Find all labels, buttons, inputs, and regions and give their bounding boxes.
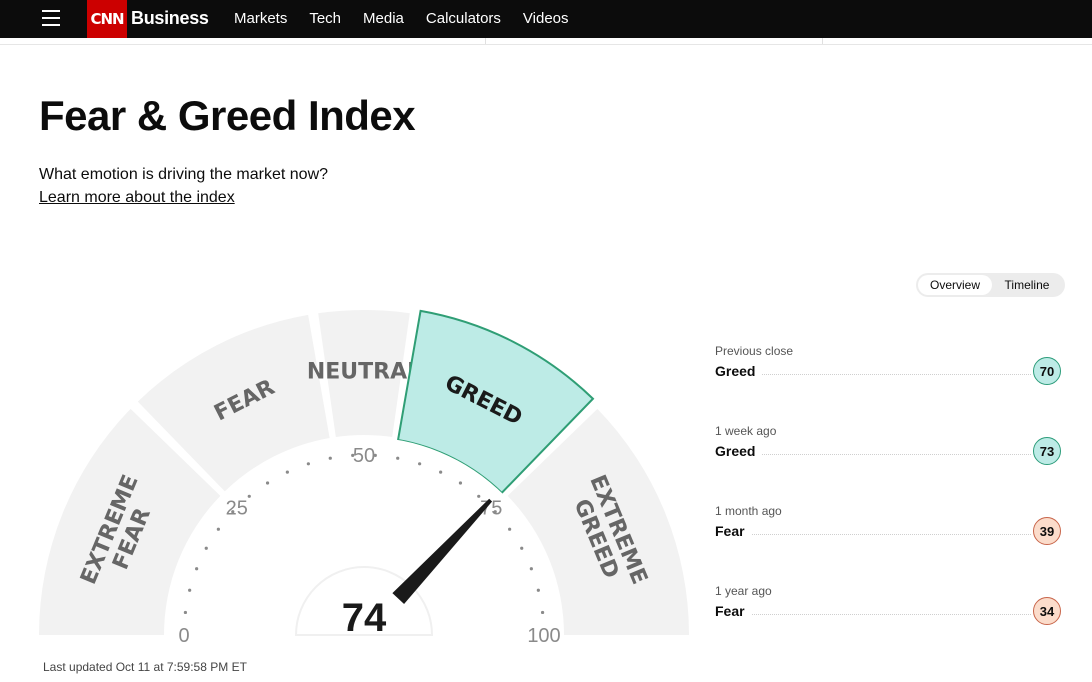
history-label: 1 year ago	[715, 584, 772, 598]
history-value-badge: 73	[1033, 437, 1061, 465]
history-row-1-month-ago: 1 month ago Fear 39	[715, 504, 1061, 564]
nav-tech[interactable]: Tech	[309, 10, 341, 27]
history-rating: Greed	[715, 443, 762, 459]
gauge-tick-label: 0	[178, 625, 189, 647]
nav-media[interactable]: Media	[363, 10, 404, 27]
history-value-badge: 70	[1033, 357, 1061, 385]
gauge-tick-dot	[396, 456, 400, 460]
history-rating: Greed	[715, 363, 762, 379]
gauge-tick-dot	[204, 546, 208, 550]
leader-dots	[715, 374, 1031, 375]
gauge-tick-dot	[306, 462, 310, 466]
timeline-tab[interactable]: Timeline	[992, 275, 1062, 295]
gauge-tick-dot	[520, 546, 524, 550]
gauge-tick-label: 25	[226, 498, 248, 520]
gauge-tick-dot	[183, 610, 188, 615]
top-nav-bar: CNN Business Markets Tech Media Calculat…	[0, 0, 1092, 38]
history-row-previous-close: Previous close Greed 70	[715, 344, 1061, 404]
gauge-tick-dot	[540, 610, 545, 615]
history-value-badge: 39	[1033, 517, 1061, 545]
leader-dots	[715, 534, 1031, 535]
leader-dots	[715, 614, 1031, 615]
nav-calculators[interactable]: Calculators	[426, 10, 501, 27]
overview-tab[interactable]: Overview	[918, 275, 992, 295]
menu-icon[interactable]	[42, 9, 60, 27]
gauge-segment-label: NEUTRAL	[307, 360, 421, 385]
nav-videos[interactable]: Videos	[523, 10, 569, 27]
cnn-logo[interactable]: CNN	[87, 0, 127, 38]
view-toggle: Overview Timeline	[916, 273, 1065, 297]
gauge-tick-dot	[418, 462, 422, 466]
gauge-tick-dot	[529, 567, 533, 571]
history-row-1-year-ago: 1 year ago Fear 34	[715, 584, 1061, 644]
gauge-tick-label: 50	[353, 445, 375, 467]
learn-more-link[interactable]: Learn more about the index	[39, 189, 235, 207]
history-label: 1 week ago	[715, 424, 777, 438]
gauge-tick-dot	[265, 481, 270, 485]
gauge-tick-dot	[439, 470, 443, 474]
last-updated-text: Last updated Oct 11 at 7:59:58 PM ET	[43, 660, 247, 674]
gauge-tick-dot	[285, 470, 289, 474]
gauge-tick-dot	[188, 588, 192, 592]
gauge-tick-dot	[328, 456, 332, 460]
gauge-tick-dot	[536, 588, 540, 592]
gauge-tick-label: 100	[527, 625, 560, 647]
history-rating: Fear	[715, 603, 751, 619]
history-value-badge: 34	[1033, 597, 1061, 625]
business-brand-link[interactable]: Business	[131, 8, 209, 29]
history-label: Previous close	[715, 344, 794, 358]
page-subtitle: What emotion is driving the market now?	[39, 166, 329, 183]
gauge-tick-dot	[247, 494, 251, 498]
nav-markets[interactable]: Markets	[234, 10, 287, 27]
gauge-segment-label-line: NEUTRAL	[307, 360, 421, 385]
gauge-tick-dot	[195, 567, 199, 571]
gauge-tick-dot	[508, 527, 512, 531]
gauge-value: 74	[342, 596, 387, 640]
gauge-tick-dot	[458, 481, 463, 485]
section-nav: Markets Tech Media Calculators Videos	[234, 10, 569, 27]
history-rating: Fear	[715, 523, 751, 539]
gauge-tick-dot	[216, 527, 220, 531]
sub-header-divider	[0, 38, 1092, 45]
page-title: Fear & Greed Index	[39, 92, 416, 139]
history-label: 1 month ago	[715, 504, 782, 518]
fear-greed-gauge: EXTREMEFEARFEARNEUTRAL GREEDEXTREMEGREED0…	[39, 309, 689, 647]
history-row-1-week-ago: 1 week ago Greed 73	[715, 424, 1061, 484]
leader-dots	[715, 454, 1031, 455]
